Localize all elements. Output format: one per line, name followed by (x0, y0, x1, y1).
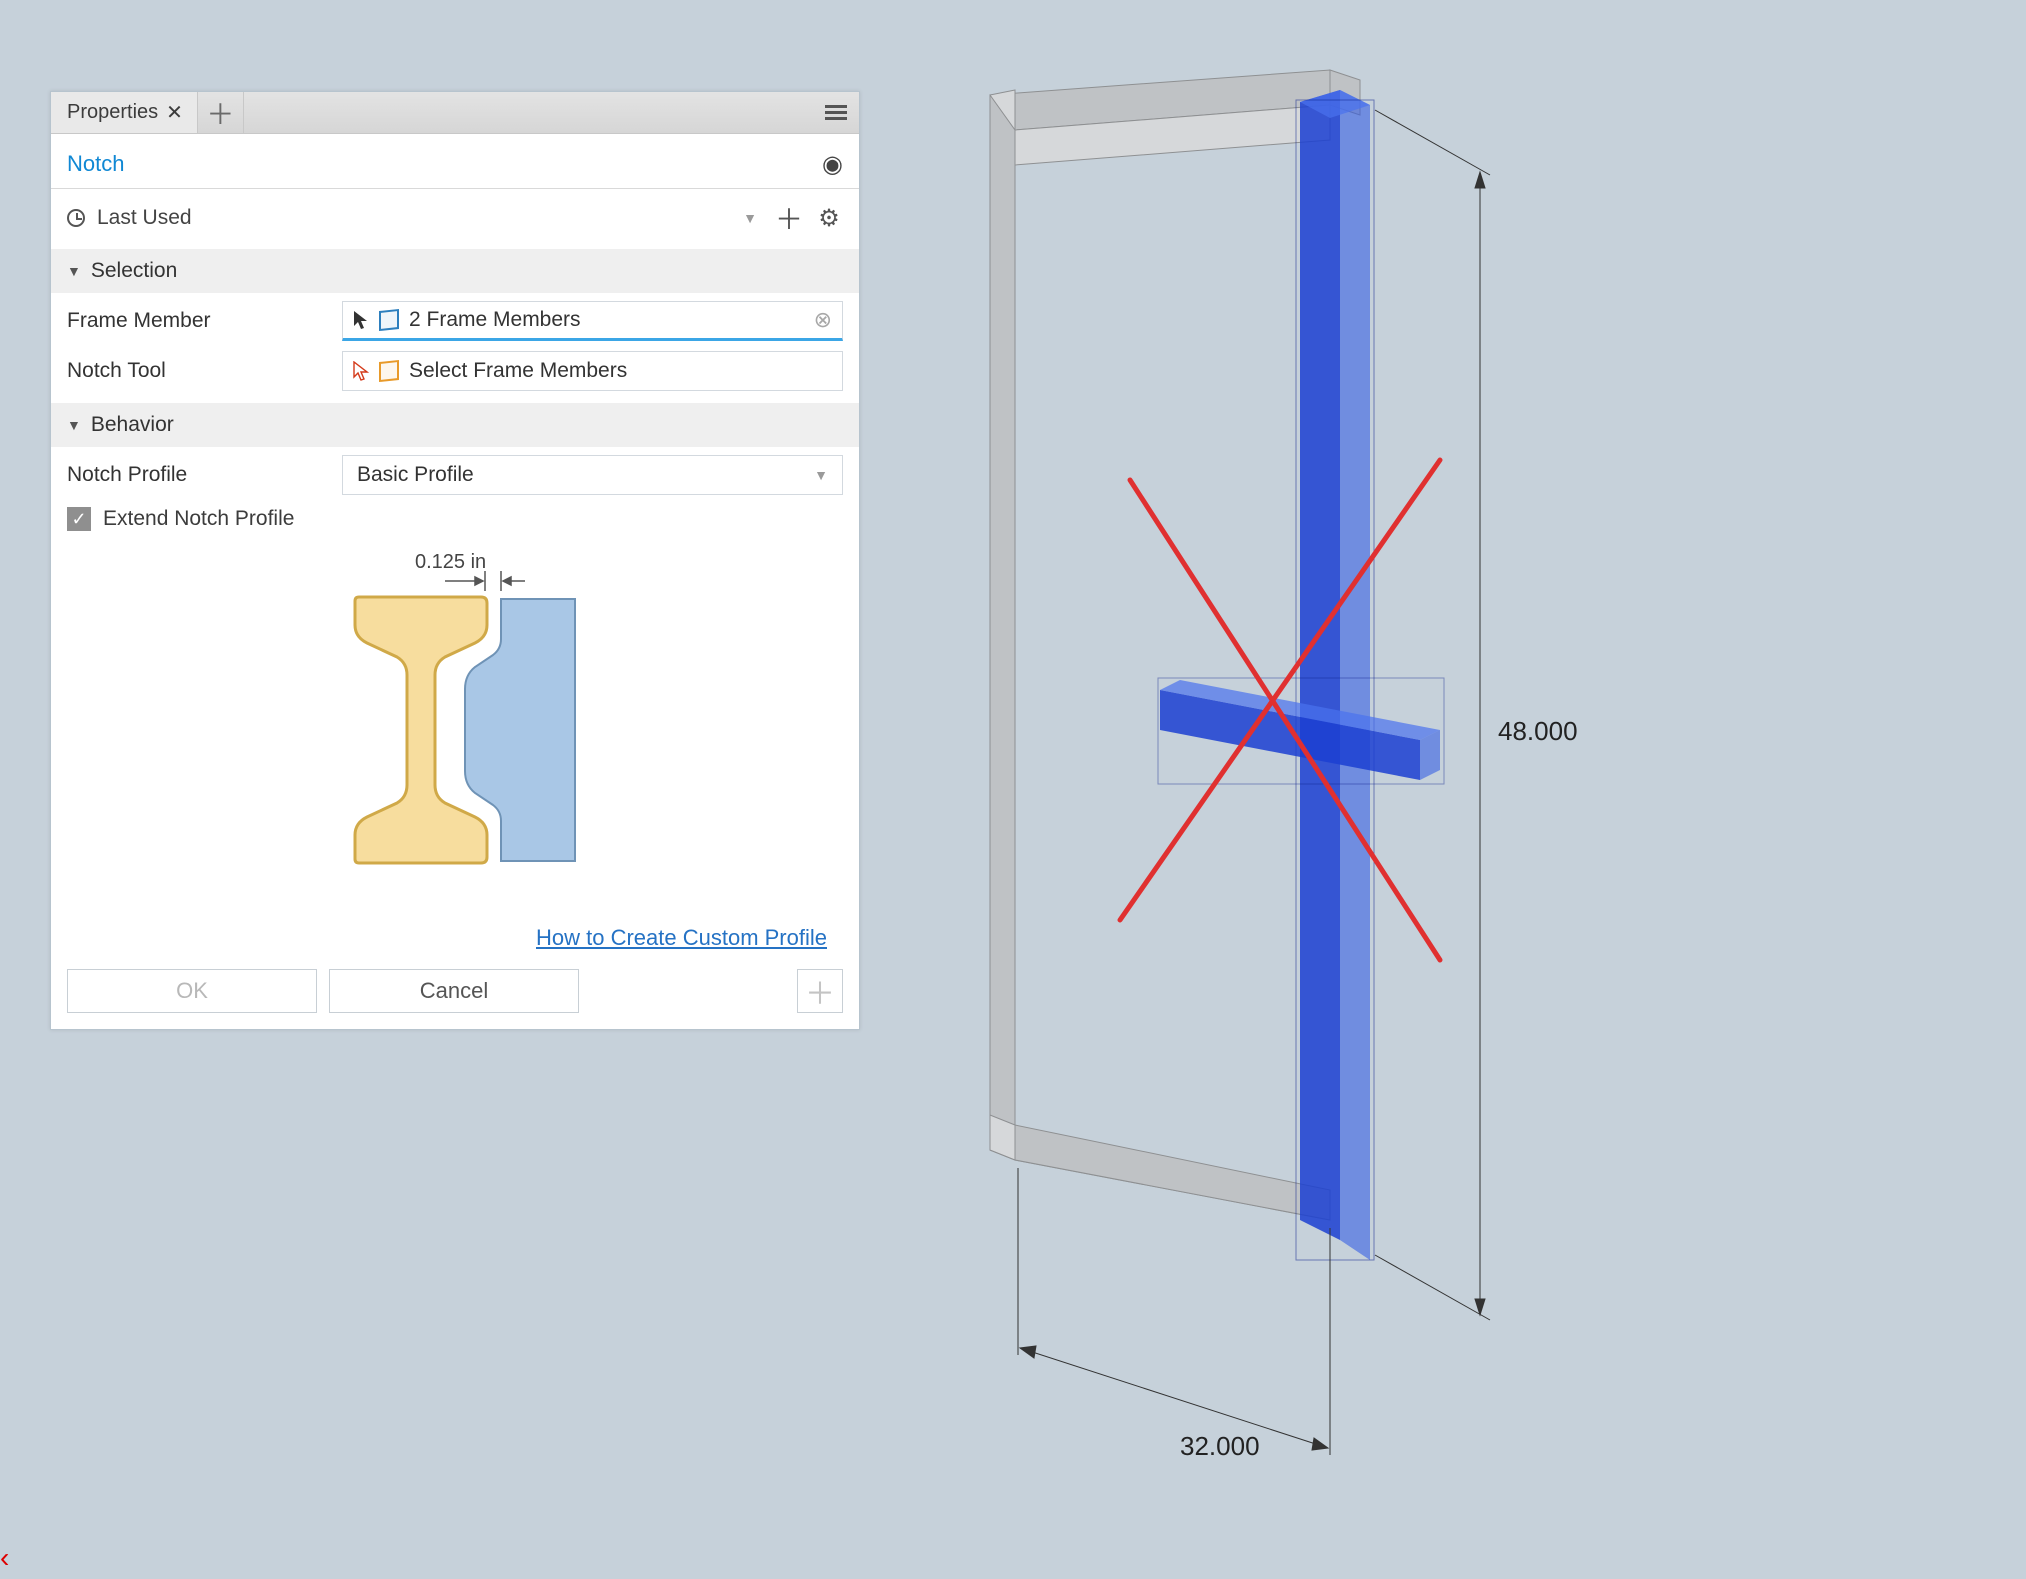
add-preset-button[interactable]: ＋ (775, 198, 803, 238)
dim-height-text: 48.000 (1498, 716, 1578, 746)
label-frame-member: Frame Member (67, 309, 342, 333)
checkbox-extend-notch[interactable]: ✓ (67, 507, 91, 531)
chevron-down-icon: ▼ (743, 210, 757, 226)
3d-viewport[interactable]: 48.000 32.000 (900, 60, 1620, 1480)
chevron-down-icon: ▼ (814, 467, 828, 483)
frame-members-icon (379, 360, 399, 382)
frame-members-icon (379, 309, 399, 331)
close-tab-icon[interactable]: ✕ (166, 100, 183, 125)
selector-notch-tool[interactable]: Select Frame Members (342, 351, 843, 391)
selector-frame-member[interactable]: 2 Frame Members ⊗ (342, 301, 843, 341)
notch-profile-diagram: 0.125 in (67, 541, 843, 901)
section-title-selection: Selection (91, 259, 177, 283)
panel-tab-properties[interactable]: Properties ✕ (51, 92, 198, 133)
hamburger-icon (825, 102, 847, 123)
panel-menu-button[interactable] (813, 92, 859, 133)
disclosure-icon: ▼ (67, 263, 81, 279)
frame-member-value: 2 Frame Members (409, 308, 804, 332)
ok-button[interactable]: OK (67, 969, 317, 1013)
edge-marker-icon: ‹ (0, 1542, 9, 1574)
disclosure-icon: ▼ (67, 417, 81, 433)
divider (51, 188, 859, 189)
notch-tool-value: Select Frame Members (409, 359, 832, 383)
panel-titlebar: Properties ✕ ＋ (51, 92, 859, 134)
dim-width-text: 32.000 (1180, 1431, 1260, 1461)
gap-dimension-text: 0.125 in (415, 551, 486, 574)
feature-name: Notch (67, 151, 124, 177)
section-header-behavior[interactable]: ▼ Behavior (51, 403, 859, 447)
preset-label: Last Used (97, 206, 192, 230)
settings-gear-icon[interactable]: ⚙ (815, 204, 843, 233)
cursor-icon (353, 361, 369, 381)
section-title-behavior: Behavior (91, 413, 174, 437)
clear-selection-icon[interactable]: ⊗ (814, 307, 832, 333)
panel-tab-label: Properties (67, 101, 158, 124)
label-notch-profile: Notch Profile (67, 463, 342, 487)
notch-profile-value: Basic Profile (357, 463, 474, 487)
add-feature-button[interactable]: ＋ (797, 969, 843, 1013)
label-notch-tool: Notch Tool (67, 359, 342, 383)
cursor-icon (353, 310, 369, 330)
dropdown-notch-profile[interactable]: Basic Profile ▼ (342, 455, 843, 495)
label-extend-notch: Extend Notch Profile (103, 507, 294, 531)
visibility-toggle-icon[interactable]: ◉ (822, 150, 843, 179)
cancel-button[interactable]: Cancel (329, 969, 579, 1013)
preset-dropdown[interactable]: Last Used (97, 201, 731, 235)
recent-icon (67, 209, 85, 227)
properties-panel: Properties ✕ ＋ Notch ◉ Last Used ▼ ＋ ⚙ ▼ (50, 91, 860, 1030)
section-header-selection[interactable]: ▼ Selection (51, 249, 859, 293)
add-panel-tab-button[interactable]: ＋ (198, 92, 244, 133)
help-link-custom-profile[interactable]: How to Create Custom Profile (536, 925, 827, 950)
